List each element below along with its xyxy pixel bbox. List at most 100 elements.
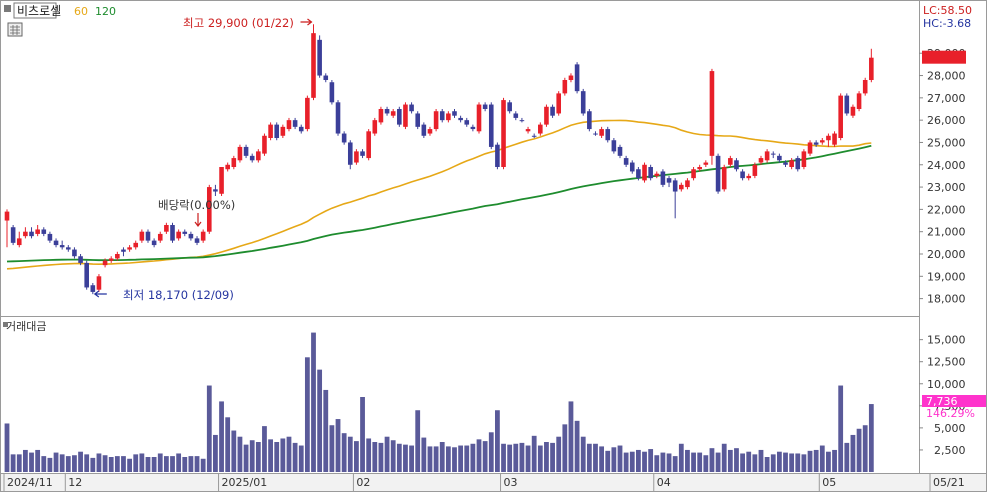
- price-tick-label: 26,000: [927, 114, 966, 127]
- volume-bar: [53, 452, 59, 472]
- volume-bar: [801, 454, 807, 472]
- volume-bar: [354, 441, 359, 472]
- candle-body: [501, 100, 506, 167]
- volume-bar: [421, 437, 427, 472]
- volume-bar: [844, 442, 850, 472]
- grid-icon[interactable]: [7, 22, 23, 37]
- candle-body: [243, 146, 249, 156]
- volume-bar: [4, 423, 10, 472]
- candle-body: [29, 231, 34, 237]
- volume-bar: [65, 456, 71, 472]
- volume-tick-label: 10,000: [927, 378, 966, 391]
- candle-body: [280, 126, 286, 136]
- volume-bar: [360, 397, 365, 472]
- stock-name[interactable]: 비츠로셀: [17, 4, 61, 18]
- volume-bar: [666, 453, 672, 472]
- volume-bar: [482, 441, 488, 472]
- volume-bar: [182, 457, 188, 472]
- volume-change-pct: 146.29%: [926, 407, 975, 420]
- candle-body: [170, 225, 175, 241]
- candle-body: [795, 158, 801, 170]
- volume-bar: [807, 450, 813, 472]
- volume-bar: [740, 453, 745, 472]
- volume-bar: [231, 430, 237, 472]
- volume-bar: [593, 443, 598, 472]
- volume-bar: [635, 449, 641, 472]
- volume-bar: [709, 448, 715, 472]
- candle-body: [219, 167, 224, 194]
- volume-bar: [458, 445, 464, 472]
- candle-body: [550, 106, 555, 116]
- volume-bar: [133, 454, 139, 472]
- volume-bar: [697, 452, 703, 472]
- volume-bar: [151, 457, 157, 472]
- candle-body: [648, 167, 653, 179]
- volume-bar: [96, 453, 102, 472]
- volume-bar: [525, 445, 531, 472]
- candle-body: [783, 162, 788, 165]
- volume-bar: [599, 446, 605, 472]
- candle-body: [574, 64, 580, 92]
- menu-icon[interactable]: [4, 5, 11, 12]
- candle-body: [323, 75, 329, 80]
- candle-body: [605, 129, 611, 141]
- volume-bar: [856, 428, 862, 472]
- volume-panel-title: 거래대금: [6, 320, 46, 333]
- volume-bar: [213, 434, 218, 472]
- price-tick-label: 21,000: [927, 226, 966, 239]
- candle-body: [746, 175, 752, 179]
- volume-bar: [537, 445, 543, 472]
- volume-bar: [783, 452, 788, 472]
- candle-body: [777, 155, 782, 161]
- volume-bar: [16, 454, 22, 472]
- candle-body: [256, 151, 261, 161]
- candle-body: [286, 120, 292, 130]
- volume-bar: [286, 436, 292, 472]
- candle-body: [182, 231, 188, 234]
- candle-body: [347, 142, 353, 165]
- volume-bar: [335, 419, 341, 472]
- candle-body: [317, 39, 322, 76]
- volume-bar: [574, 420, 580, 472]
- volume-bar: [439, 442, 445, 472]
- candle-body: [409, 104, 414, 112]
- candle-body: [305, 97, 310, 130]
- candle-body: [611, 140, 617, 152]
- candle-body: [59, 245, 65, 248]
- candle-body: [311, 33, 316, 98]
- volume-bar: [249, 440, 255, 472]
- candle-body: [403, 104, 408, 127]
- candle-body: [225, 164, 230, 170]
- candle-body: [685, 180, 690, 188]
- candle-body: [298, 126, 304, 132]
- candle-body: [807, 142, 813, 154]
- candle-body: [642, 164, 647, 181]
- candle-body: [482, 104, 488, 109]
- candle-body: [274, 124, 280, 138]
- candle-body: [697, 167, 702, 170]
- candle-body: [819, 140, 825, 143]
- hc-label: HC:-3.68: [923, 17, 971, 30]
- candle-body: [47, 233, 53, 241]
- volume-tick-label: 12,500: [927, 356, 966, 369]
- volume-bar: [78, 451, 83, 472]
- candle-body: [341, 133, 347, 143]
- volume-bar: [832, 449, 837, 472]
- candle-body: [587, 111, 592, 130]
- volume-menu-icon[interactable]: [3, 322, 8, 327]
- candle-body: [752, 164, 758, 176]
- price-tick-label: 25,000: [927, 136, 966, 149]
- volume-bar: [433, 446, 439, 472]
- low-annotation: 최저 18,170 (12/09): [123, 288, 234, 302]
- current-price: 28,800: [926, 39, 965, 52]
- volume-bar: [237, 436, 243, 472]
- volume-bar: [445, 446, 451, 472]
- volume-bar: [495, 410, 500, 472]
- candle-body: [850, 106, 856, 116]
- candle-body: [390, 111, 396, 116]
- candle-body: [421, 124, 427, 136]
- stock-chart[interactable]: 18,000 19,000 20,000 21,000 22,000 23,000 24,0…: [0, 0, 987, 492]
- volume-bar: [41, 456, 47, 472]
- volume-bar: [206, 385, 212, 472]
- candle-body: [415, 113, 421, 127]
